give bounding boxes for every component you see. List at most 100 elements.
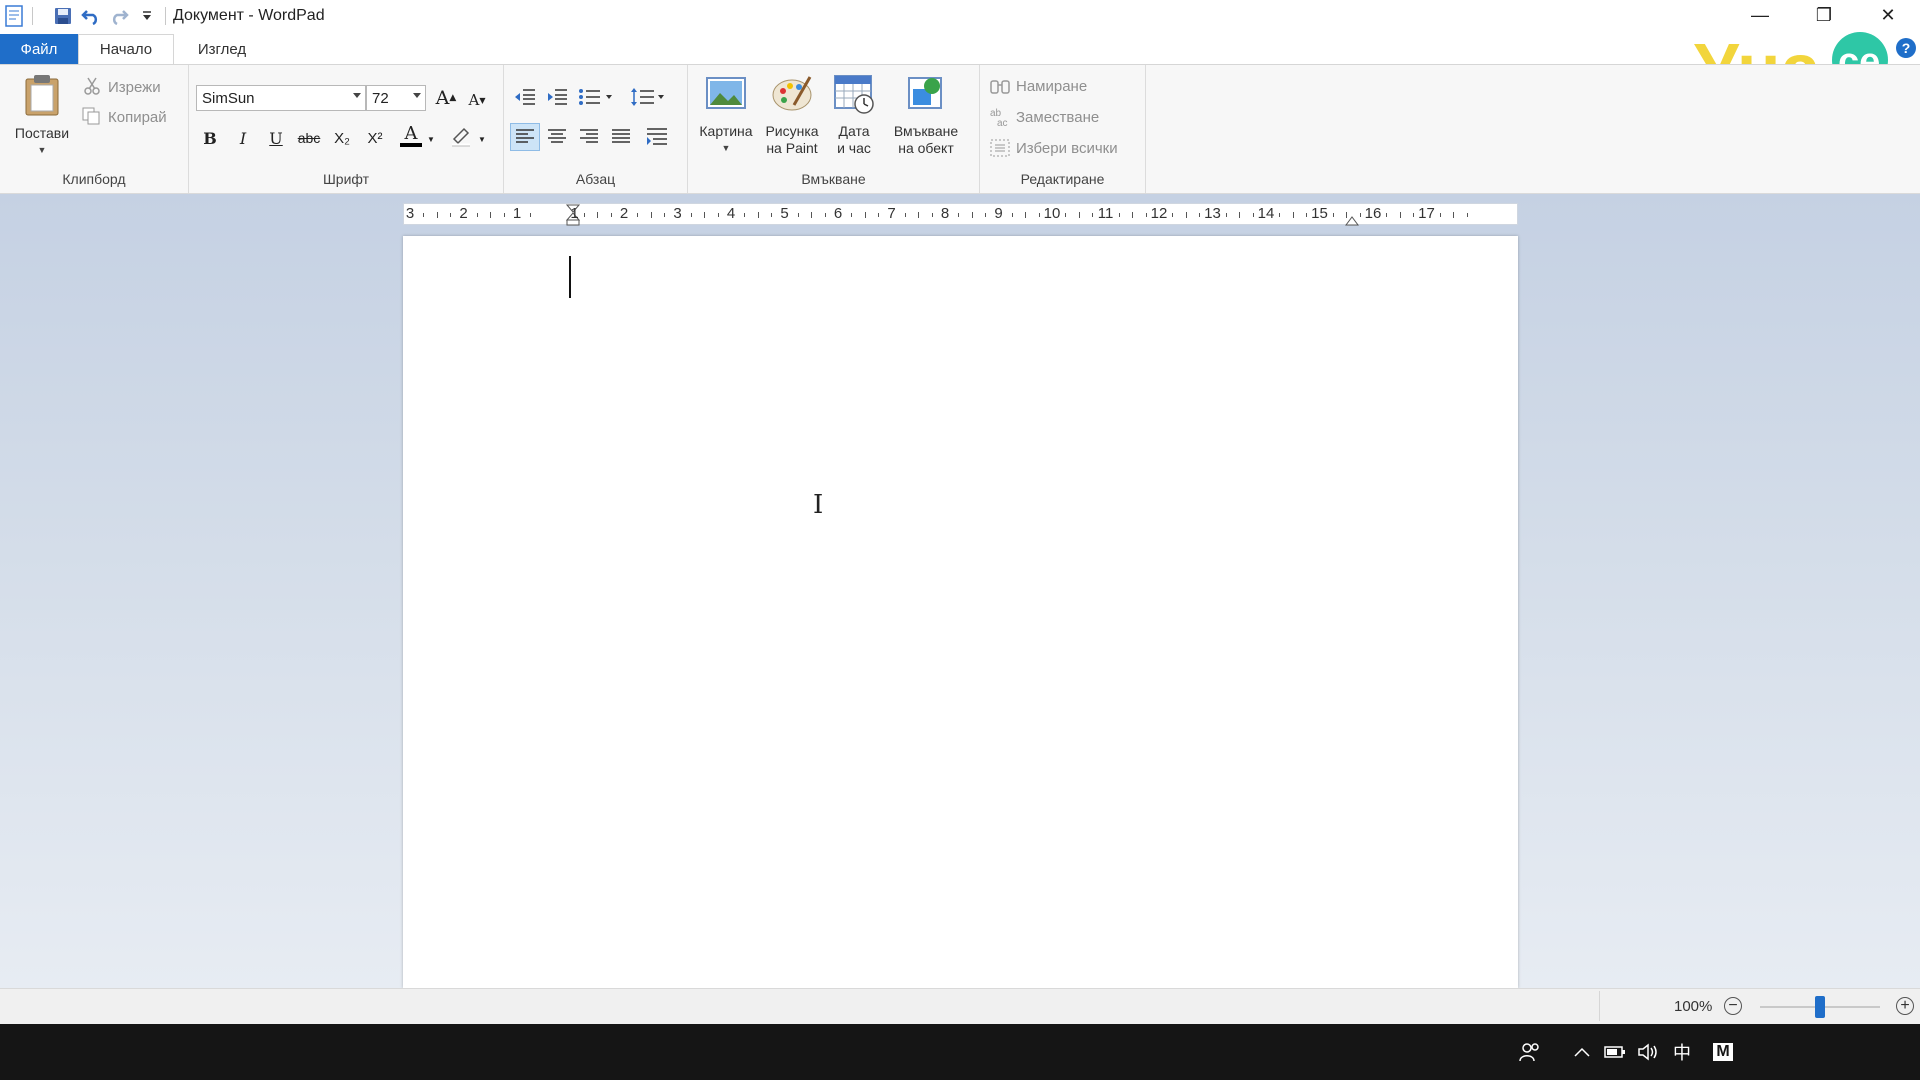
picture-button[interactable]: Картина ▼ xyxy=(696,71,756,157)
copy-button[interactable]: Копирай xyxy=(108,109,167,126)
superscript-button[interactable]: X² xyxy=(361,125,389,151)
ruler-tick xyxy=(1252,213,1254,217)
ruler-tick xyxy=(1145,213,1147,217)
line-spacing-icon xyxy=(631,88,664,106)
find-button[interactable]: Намиране xyxy=(1016,78,1087,95)
zoom-in-button[interactable]: + xyxy=(1896,997,1914,1015)
paragraph-settings-icon xyxy=(647,128,667,145)
ribbon: Постави ▼ Изрежи Копирай Клипборд SimSun… xyxy=(0,64,1920,194)
font-color-swatch xyxy=(400,143,422,147)
font-size-select[interactable]: 72 xyxy=(366,85,426,111)
people-icon[interactable] xyxy=(1516,1038,1544,1066)
decrease-indent-button[interactable] xyxy=(510,83,540,111)
ruler-tick xyxy=(1359,213,1361,217)
ruler-tick xyxy=(931,213,933,217)
zoom-level: 100% xyxy=(1674,998,1713,1015)
document-page[interactable]: I xyxy=(403,236,1518,988)
align-right-icon xyxy=(580,129,598,143)
customize-toolbar-icon[interactable] xyxy=(133,2,161,30)
ruler-tick xyxy=(1199,213,1201,217)
paragraph-settings-button[interactable] xyxy=(642,123,672,151)
tab-view[interactable]: Изглед xyxy=(174,34,270,64)
calendar-clock-icon xyxy=(834,75,874,114)
picture-label: Картина xyxy=(699,123,753,139)
ruler-label: 9 xyxy=(994,205,1003,222)
select-all-button[interactable]: Избери всички xyxy=(1016,140,1118,157)
ruler-tick xyxy=(1011,213,1013,217)
ruler-tick xyxy=(1239,212,1241,218)
ruler-tick xyxy=(1132,212,1134,218)
cut-button[interactable]: Изрежи xyxy=(108,79,161,96)
bold-button[interactable]: B xyxy=(196,125,224,151)
ruler-label: 17 xyxy=(1418,205,1435,222)
ruler-label: 12 xyxy=(1150,205,1168,222)
ruler-tick xyxy=(744,213,746,217)
ruler-label: 14 xyxy=(1257,205,1275,222)
ruler-tick xyxy=(530,213,532,217)
zoom-out-button[interactable]: − xyxy=(1724,997,1742,1015)
bullet-list-icon xyxy=(579,89,612,105)
font-group-label: Шрифт xyxy=(322,171,370,187)
ruler-tick xyxy=(1466,213,1468,217)
shrink-font-button[interactable]: A ▼ xyxy=(463,87,491,113)
redo-icon[interactable] xyxy=(105,2,133,30)
justify-button[interactable] xyxy=(606,123,636,151)
align-right-button[interactable] xyxy=(574,123,604,151)
highlighter-icon xyxy=(452,127,470,147)
help-icon[interactable]: ? xyxy=(1896,38,1916,58)
date-time-button[interactable]: Дата и час xyxy=(828,71,880,157)
undo-icon[interactable] xyxy=(77,2,105,30)
align-center-button[interactable] xyxy=(542,123,572,151)
ruler-tick xyxy=(1172,213,1174,217)
grow-font-button[interactable]: A ▲ xyxy=(432,85,460,111)
paragraph-group-label: Абзац xyxy=(575,171,616,187)
font-color-button[interactable]: A xyxy=(397,123,425,149)
ruler-tick xyxy=(811,212,813,218)
ruler-tick xyxy=(985,213,987,217)
increase-indent-button[interactable] xyxy=(542,83,572,111)
insert-object-icon xyxy=(908,77,942,109)
replace-button[interactable]: Заместване xyxy=(1016,109,1099,126)
decrease-indent-icon xyxy=(515,89,535,105)
cut-icon xyxy=(84,77,100,95)
bullet-list-button[interactable] xyxy=(576,83,616,111)
editing-group-label: Редактиране xyxy=(1020,171,1105,187)
language-indicator[interactable]: M xyxy=(1709,1038,1737,1066)
volume-icon[interactable] xyxy=(1634,1038,1662,1066)
strikethrough-button[interactable]: abc xyxy=(295,125,323,151)
ruler-tick xyxy=(1118,213,1120,217)
ime-indicator[interactable]: 中 xyxy=(1668,1038,1696,1066)
ruler-label: 3 xyxy=(673,205,682,222)
ruler-tick xyxy=(958,213,960,217)
paint-drawing-button[interactable]: Рисунка на Paint xyxy=(760,71,824,157)
tab-home[interactable]: Начало xyxy=(78,34,174,64)
ruler-tick xyxy=(1092,213,1094,217)
app-icon[interactable] xyxy=(0,2,28,30)
insert-object-button[interactable]: Вмъкване на обект xyxy=(884,71,968,157)
font-family-select[interactable]: SimSun xyxy=(196,85,366,111)
highlight-button[interactable] xyxy=(447,123,475,149)
select-all-icon xyxy=(990,139,1010,157)
ruler-label: 4 xyxy=(726,205,736,222)
save-icon[interactable] xyxy=(49,2,77,30)
ruler-tick xyxy=(637,213,639,217)
underline-button[interactable]: U xyxy=(262,125,290,151)
paste-button[interactable]: Постави ▼ xyxy=(8,73,76,159)
horizontal-ruler[interactable]: 3 2 1 2 3 4 5 6 7 8 9 10 11 12 13 14 15 16 17 1 xyxy=(403,203,1518,226)
align-left-button[interactable] xyxy=(510,123,540,151)
line-spacing-button[interactable] xyxy=(628,83,668,111)
ruler-label: 3 xyxy=(405,205,415,222)
ruler-tick xyxy=(1025,212,1027,218)
taskbar: 中 M xyxy=(0,1024,1920,1080)
ruler-tick xyxy=(757,212,759,218)
tab-file[interactable]: Файл xyxy=(0,34,78,64)
ruler-tick xyxy=(476,213,478,217)
subscript-button[interactable]: X₂ xyxy=(328,125,356,151)
zoom-slider-thumb[interactable] xyxy=(1815,996,1825,1018)
italic-button[interactable]: I xyxy=(229,125,257,151)
ruler-tick xyxy=(1185,212,1187,218)
battery-icon[interactable] xyxy=(1601,1038,1629,1066)
date-time-label-line2: и час xyxy=(837,140,871,156)
ruler-tick xyxy=(1399,212,1401,218)
show-hidden-icons-chevron-icon[interactable] xyxy=(1568,1038,1596,1066)
